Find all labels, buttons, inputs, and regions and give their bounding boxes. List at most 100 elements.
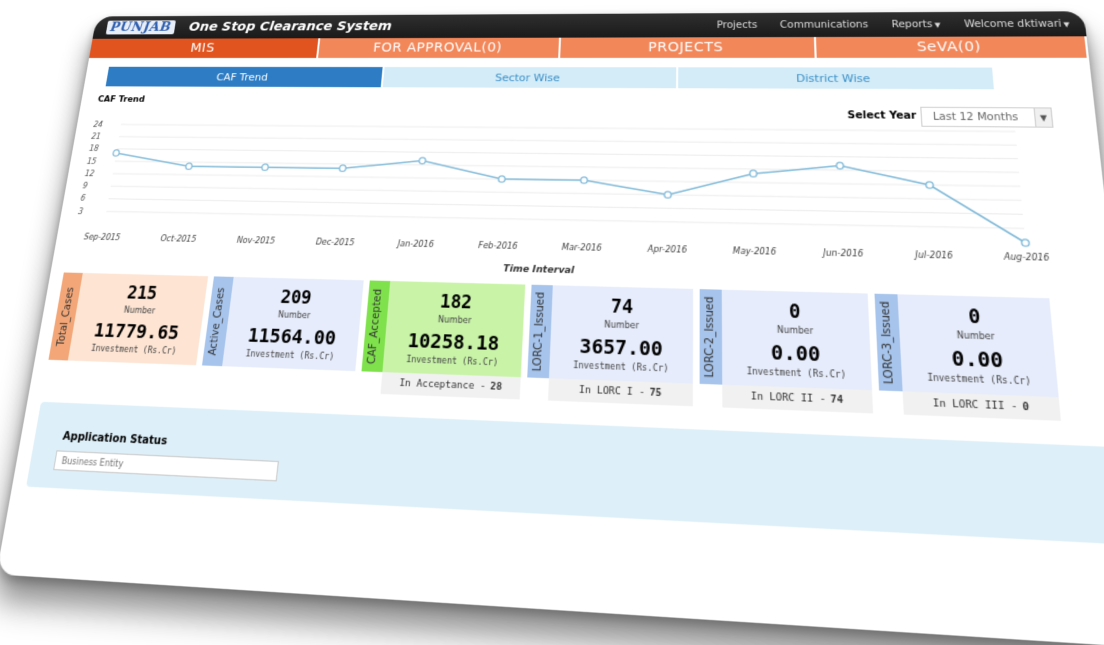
stage-value: 0 bbox=[1022, 401, 1030, 414]
stat-number: 74 bbox=[610, 295, 634, 318]
stat-card-lorc-2-issued: LORC-2_Issued 0 Number 0.00 Investment (Rs.C… bbox=[699, 289, 874, 414]
y-tick-label: 21 bbox=[91, 132, 102, 141]
y-tick-label: 18 bbox=[88, 145, 99, 154]
x-tick-label: Jan-2016 bbox=[395, 239, 434, 249]
subtab-caf-trend[interactable]: CAF Trend bbox=[105, 66, 383, 88]
stat-card-total-cases: Total_Cases 215 Number 11779.65 Investment (… bbox=[45, 272, 209, 386]
stat-block: LORC-1_Issued 74 Number 3657.00 Investment (… bbox=[527, 284, 694, 384]
stat-card-active-cases: Active_Cases 209 Number 11564.00 Investment … bbox=[199, 276, 364, 392]
nav-reports-menu[interactable]: Reports ▼ bbox=[891, 19, 941, 30]
user-menu[interactable]: Welcome dktiwari▼ bbox=[964, 19, 1070, 30]
tab-for-approval[interactable]: FOR APPROVAL(0) bbox=[318, 37, 562, 58]
stat-category-text: LORC-2_Issued bbox=[704, 295, 718, 378]
chart-title: CAF Trend bbox=[97, 95, 146, 105]
stat-number-label: Number bbox=[123, 304, 156, 316]
y-tick-label: 12 bbox=[84, 169, 95, 178]
stat-block: LORC-2_Issued 0 Number 0.00 Investment (Rs.C… bbox=[699, 289, 873, 391]
app-window: PUNJAB One Stop Clearance System Project… bbox=[0, 11, 1104, 645]
main-tabs: MIS FOR APPROVAL(0) PROJECTS SeVA(0) bbox=[89, 36, 1089, 58]
tab-seva[interactable]: SeVA(0) bbox=[816, 36, 1089, 58]
stat-figures: 0 Number 0.00 Investment (Rs.Cr) bbox=[721, 289, 873, 391]
application-status-title: Application Status bbox=[61, 430, 168, 448]
stat-block: CAF_Accepted 182 Number 10258.18 Investment … bbox=[361, 280, 526, 378]
stat-category-text: CAF_Accepted bbox=[366, 288, 385, 364]
data-point bbox=[581, 177, 588, 183]
x-tick-label: Jul-2016 bbox=[913, 250, 954, 261]
tab-projects[interactable]: PROJECTS bbox=[560, 36, 817, 58]
caret-down-icon: ▼ bbox=[934, 20, 941, 29]
stage-value: 75 bbox=[649, 387, 662, 400]
app-title: One Stop Clearance System bbox=[188, 19, 393, 35]
stat-category-text: LORC-3_Issued bbox=[880, 300, 897, 385]
stat-number-label: Number bbox=[776, 324, 814, 336]
stat-card-caf-accepted: CAF_Accepted 182 Number 10258.18 Investment … bbox=[360, 280, 526, 400]
stat-investment-label: Investment (Rs.Cr) bbox=[927, 372, 1032, 387]
year-select-value: Last 12 Months bbox=[932, 111, 1019, 123]
nav-projects-link[interactable]: Projects bbox=[717, 20, 758, 30]
stat-category-label: LORC-2_Issued bbox=[699, 289, 723, 385]
stat-card-lorc-1-issued: LORC-1_Issued 74 Number 3657.00 Investment (… bbox=[526, 284, 694, 407]
chevron-down-icon: ▼ bbox=[1033, 108, 1053, 127]
stat-figures: 74 Number 3657.00 Investment (Rs.Cr) bbox=[548, 285, 694, 384]
data-point bbox=[836, 162, 843, 169]
stat-figures: 0 Number 0.00 Investment (Rs.Cr) bbox=[897, 294, 1059, 398]
nav-communications-link[interactable]: Communications bbox=[780, 19, 868, 30]
data-point bbox=[339, 165, 346, 171]
x-tick-label: Apr-2016 bbox=[646, 244, 687, 255]
stat-figures: 215 Number 11779.65 Investment (Rs.Cr) bbox=[67, 272, 209, 366]
stat-block: LORC-3_Issued 0 Number 0.00 Investment (Rs.C… bbox=[874, 293, 1059, 398]
gridline bbox=[119, 137, 1017, 145]
stat-block: Total_Cases 215 Number 11779.65 Investment (… bbox=[48, 272, 209, 366]
x-tick-label: Mar-2016 bbox=[562, 242, 603, 253]
stage-label: In LORC III - bbox=[932, 398, 1019, 414]
data-point bbox=[750, 170, 757, 177]
select-year-label: Select Year bbox=[847, 110, 917, 122]
stat-number: 182 bbox=[439, 291, 473, 314]
gridline bbox=[117, 149, 1018, 159]
punjab-logo: PUNJAB bbox=[105, 20, 176, 35]
x-tick-label: Nov-2015 bbox=[236, 235, 275, 245]
stat-number-label: Number bbox=[956, 329, 996, 342]
nav-reports-label: Reports bbox=[891, 19, 933, 30]
x-tick-label: May-2016 bbox=[733, 246, 777, 257]
data-point bbox=[1021, 239, 1029, 246]
tab-mis[interactable]: MIS bbox=[89, 38, 321, 58]
stat-number: 209 bbox=[279, 286, 313, 309]
stage-label: In LORC II - bbox=[750, 391, 827, 406]
caret-down-icon: ▼ bbox=[1063, 20, 1071, 29]
stat-block: Active_Cases 209 Number 11564.00 Investment … bbox=[202, 276, 364, 372]
stat-figures: 209 Number 11564.00 Investment (Rs.Cr) bbox=[222, 276, 364, 372]
x-tick-label: Sep-2015 bbox=[83, 232, 121, 242]
stage-value: 74 bbox=[830, 394, 844, 407]
stat-number-label: Number bbox=[277, 309, 311, 320]
stat-number-label: Number bbox=[603, 319, 640, 331]
stat-investment-label: Investment (Rs.Cr) bbox=[405, 353, 499, 368]
x-axis-title: Time Interval bbox=[503, 264, 576, 277]
stat-investment-label: Investment (Rs.Cr) bbox=[746, 365, 847, 380]
data-point bbox=[926, 182, 934, 189]
nav-links: Projects Communications Reports ▼ Welcome… bbox=[717, 19, 1070, 31]
main-content: CAF Trend Sector Wise District Wise CAF … bbox=[10, 58, 1104, 559]
stage-label: In LORC I - bbox=[578, 384, 646, 399]
stat-number: 0 bbox=[967, 305, 982, 329]
x-tick-label: Dec-2015 bbox=[315, 237, 355, 247]
stat-number-label: Number bbox=[437, 314, 472, 325]
business-entity-input[interactable] bbox=[53, 450, 279, 482]
data-point bbox=[184, 162, 193, 170]
stat-figures: 182 Number 10258.18 Investment (Rs.Cr) bbox=[382, 281, 526, 378]
subtab-district-wise[interactable]: District Wise bbox=[678, 67, 994, 90]
gridline bbox=[106, 211, 1024, 228]
stat-investment-label: Investment (Rs.Cr) bbox=[90, 343, 177, 356]
data-point bbox=[498, 176, 505, 182]
x-tick-label: Feb-2016 bbox=[478, 241, 518, 252]
stat-investment: 10258.18 bbox=[406, 329, 500, 355]
y-tick-label: 15 bbox=[86, 157, 97, 166]
caf-trend-chart: 3 6 9 12 15 18 21 24 Sep-2015 Oct-2015 Nov-2015 Dec… bbox=[78, 120, 1051, 277]
stage-value: 28 bbox=[489, 381, 503, 394]
x-tick-label: Aug-2016 bbox=[1002, 252, 1050, 263]
top-navbar: PUNJAB One Stop Clearance System Project… bbox=[92, 11, 1087, 39]
subtab-sector-wise[interactable]: Sector Wise bbox=[382, 67, 677, 89]
data-point bbox=[664, 191, 671, 198]
chart-panel: CAF Trend Select Year Last 12 Months ▼ 3… bbox=[64, 92, 1099, 298]
y-tick-label: 3 bbox=[78, 207, 84, 216]
